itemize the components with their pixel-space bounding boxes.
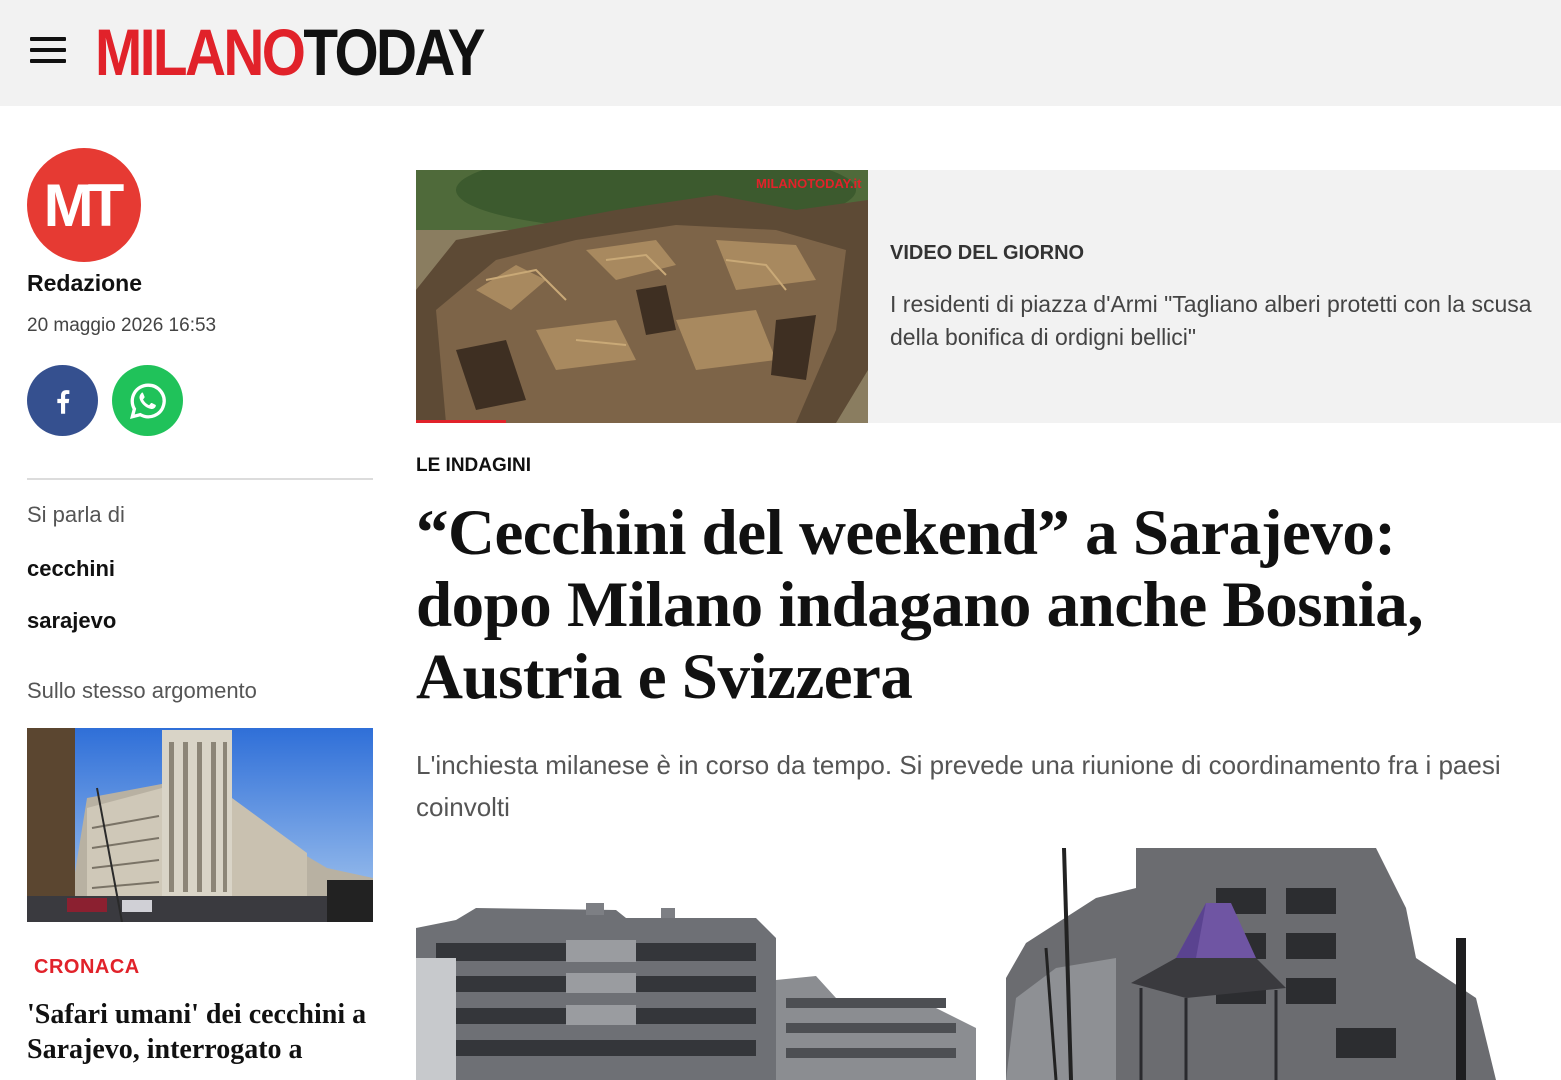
logo-milano: MILANO: [95, 15, 306, 89]
share-buttons: [27, 365, 373, 436]
related-article-title[interactable]: 'Safari umani' dei cecchini a Sarajevo, …: [27, 997, 373, 1067]
video-watermark: MILANOTODAY.it: [756, 176, 862, 191]
tag-sarajevo[interactable]: sarajevo: [27, 608, 373, 634]
video-progress-bar[interactable]: [416, 420, 506, 423]
video-of-the-day: MILANOTODAY.it VIDEO DEL GIORNO I reside…: [416, 170, 1561, 423]
related-heading: Sullo stesso argomento: [27, 678, 257, 703]
topics-heading: Si parla di: [27, 502, 125, 527]
publish-date: 20 maggio 2026 16:53: [27, 315, 217, 336]
tag-cecchini[interactable]: cecchini: [27, 556, 373, 582]
author-avatar[interactable]: MT: [27, 148, 141, 262]
facebook-icon: [56, 389, 69, 414]
video-label: VIDEO DEL GIORNO: [890, 242, 1085, 264]
article-subtitle: L'inchiesta milanese è in corso da tempo…: [416, 750, 1501, 822]
author-name[interactable]: Redazione: [27, 270, 373, 297]
related-article-image[interactable]: [27, 728, 373, 922]
article-sidebar: MT Redazione 20 maggio 2026 16:53 Si par…: [27, 148, 373, 1067]
hamburger-menu-icon[interactable]: [28, 36, 68, 66]
logo-today: TODAY: [303, 15, 485, 89]
article-kicker[interactable]: LE INDAGINI: [416, 455, 531, 477]
video-title[interactable]: I residenti di piazza d'Armi "Tagliano a…: [890, 288, 1540, 354]
facebook-share-button[interactable]: [27, 365, 98, 436]
whatsapp-share-button[interactable]: [112, 365, 183, 436]
site-logo[interactable]: MILANOTODAY: [95, 14, 485, 90]
article-hero-image[interactable]: [416, 848, 1506, 1080]
sidebar-divider: [27, 478, 373, 480]
site-header: MILANOTODAY: [0, 0, 1561, 106]
whatsapp-icon: [129, 383, 166, 419]
article-headline: “Cecchini del weekend” a Sarajevo: dopo …: [416, 497, 1424, 713]
related-category[interactable]: CRONACA: [34, 956, 373, 979]
video-thumbnail[interactable]: MILANOTODAY.it: [416, 170, 868, 423]
